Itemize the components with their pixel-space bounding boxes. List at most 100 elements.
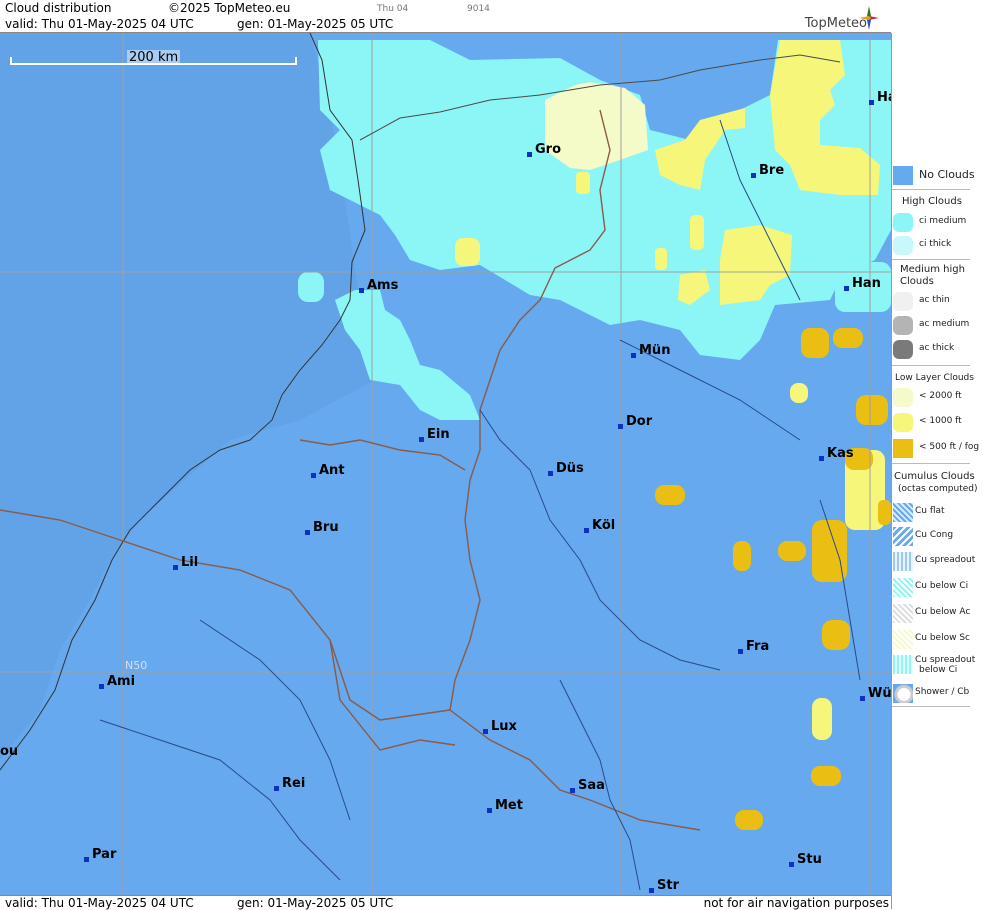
- valid-time: valid: Thu 01-May-2025 04 UTC: [5, 17, 194, 31]
- city-dot-icon: [419, 437, 424, 442]
- city-dot-icon: [751, 173, 756, 178]
- city-dot-icon: [527, 152, 532, 157]
- city-dot-icon: [584, 528, 589, 533]
- city-marker[interactable]: Mün: [631, 343, 670, 358]
- north-sea: [0, 33, 375, 760]
- ac-thick-swatch: [893, 340, 913, 359]
- city-marker[interactable]: Ant: [311, 463, 345, 478]
- cu-flat-swatch: [893, 503, 913, 522]
- city-label-edge[interactable]: ou: [0, 744, 18, 759]
- city-marker[interactable]: Par: [84, 847, 116, 862]
- city-marker[interactable]: Met: [487, 798, 523, 813]
- cu-spreadout-ci-swatch: [893, 655, 913, 674]
- city-marker[interactable]: Ams: [359, 278, 398, 293]
- city-dot-icon: [359, 288, 364, 293]
- legend-panel: No Clouds High Clouds ci medium ci thick…: [891, 33, 983, 909]
- map-footer: valid: Thu 01-May-2025 04 UTC gen: 01-Ma…: [0, 895, 891, 910]
- city-marker[interactable]: Stu: [789, 852, 822, 867]
- city-dot-icon: [274, 786, 279, 791]
- legend-ci-thick: ci thick: [892, 234, 970, 256]
- legend-cu-below-sc: Cu below Sc: [892, 628, 970, 650]
- cu-below-ac-swatch: [893, 604, 913, 623]
- map-header: Cloud distribution ©2025 TopMeteo.eu Thu…: [0, 0, 891, 33]
- ci-thick-swatch: [893, 236, 913, 255]
- low-2000-swatch: [893, 388, 913, 407]
- city-dot-icon: [84, 857, 89, 862]
- code-label: 9014: [467, 4, 490, 14]
- no-clouds-swatch: [893, 166, 913, 185]
- city-dot-icon: [99, 684, 104, 689]
- legend-ci-medium: ci medium: [892, 211, 970, 233]
- city-dot-icon: [869, 100, 874, 105]
- city-marker[interactable]: Köl: [584, 518, 615, 533]
- scale-label: 200 km: [127, 50, 181, 65]
- city-marker[interactable]: Wü: [860, 686, 891, 701]
- city-marker[interactable]: Bru: [305, 520, 339, 535]
- city-dot-icon: [789, 862, 794, 867]
- city-dot-icon: [631, 353, 636, 358]
- city-marker[interactable]: Ha: [869, 90, 891, 105]
- city-dot-icon: [570, 788, 575, 793]
- legend-shower: Shower / Cb: [892, 682, 970, 704]
- cloud-map[interactable]: 200 km N50 Gro Bre Ha Ams Han Mün Ein Do…: [0, 33, 891, 895]
- legend-cu-below-ac: Cu below Ac: [892, 602, 970, 624]
- city-marker[interactable]: Str: [649, 878, 679, 893]
- city-marker[interactable]: Saa: [570, 778, 605, 793]
- legend-high-heading: High Clouds: [902, 196, 962, 207]
- city-marker[interactable]: Ami: [99, 674, 135, 689]
- cu-below-sc-swatch: [893, 630, 913, 649]
- shower-cb-icon: [893, 684, 913, 703]
- city-marker[interactable]: Lux: [483, 719, 517, 734]
- city-dot-icon: [618, 424, 623, 429]
- compass-logo-icon: [859, 6, 879, 30]
- brand-name: TopMeteo: [804, 16, 867, 31]
- low-1000-swatch: [893, 413, 913, 432]
- cu-spreadout-swatch: [893, 552, 913, 571]
- generated-time: gen: 01-May-2025 05 UTC: [237, 17, 394, 31]
- city-marker[interactable]: Ein: [419, 427, 450, 442]
- city-dot-icon: [649, 888, 654, 893]
- cu-below-ci-swatch: [893, 578, 913, 597]
- legend-no-clouds: No Clouds: [892, 164, 975, 186]
- legend-cu-below-ci: Cu below Ci: [892, 576, 970, 598]
- city-dot-icon: [311, 473, 316, 478]
- legend-cu-flat: Cu flat: [892, 501, 970, 523]
- city-marker[interactable]: Lil: [173, 555, 198, 570]
- city-dot-icon: [305, 530, 310, 535]
- latitude-label: N50: [125, 659, 148, 672]
- legend-low-heading: Low Layer Clouds: [895, 373, 974, 383]
- city-dot-icon: [860, 696, 865, 701]
- run-label: Thu 04: [377, 4, 409, 14]
- product-title: Cloud distribution: [5, 1, 112, 15]
- city-dot-icon: [173, 565, 178, 570]
- legend-low-2000: < 2000 ft: [892, 386, 970, 408]
- footer-generated-time: gen: 01-May-2025 05 UTC: [237, 896, 394, 910]
- city-dot-icon: [483, 729, 488, 734]
- city-marker[interactable]: Bre: [751, 163, 784, 178]
- low-500-area: [655, 328, 891, 830]
- scale-bar: 200 km: [10, 50, 297, 67]
- city-marker[interactable]: Han: [844, 276, 881, 291]
- city-marker[interactable]: Rei: [274, 776, 305, 791]
- city-dot-icon: [548, 471, 553, 476]
- legend-ac-thin: ac thin: [892, 290, 970, 312]
- city-marker[interactable]: Kas: [819, 446, 854, 461]
- city-marker[interactable]: Gro: [527, 142, 561, 157]
- city-marker[interactable]: Dor: [618, 414, 652, 429]
- city-dot-icon: [487, 808, 492, 813]
- city-dot-icon: [738, 649, 743, 654]
- city-marker[interactable]: Düs: [548, 461, 584, 476]
- city-marker[interactable]: Fra: [738, 639, 769, 654]
- ac-thin-swatch: [893, 292, 913, 311]
- legend-medium-heading: Medium high Clouds: [900, 264, 965, 287]
- city-dot-icon: [844, 286, 849, 291]
- legend-cu-cong: Cu Cong: [892, 525, 970, 547]
- legend-ac-thick: ac thick: [892, 338, 970, 360]
- cu-cong-swatch: [893, 527, 913, 546]
- footer-valid-time: valid: Thu 01-May-2025 04 UTC: [5, 896, 194, 910]
- legend-low-1000: < 1000 ft: [892, 411, 970, 433]
- disclaimer-text: not for air navigation purposes: [703, 896, 889, 910]
- low-500-swatch: [893, 439, 913, 458]
- ac-medium-swatch: [893, 316, 913, 335]
- city-dot-icon: [819, 456, 824, 461]
